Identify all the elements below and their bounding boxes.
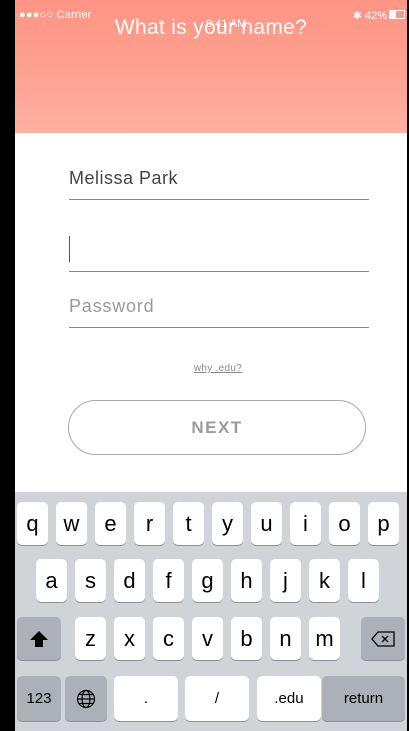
key-r[interactable]: r [134, 502, 165, 545]
key-n[interactable]: n [270, 617, 301, 660]
shift-key[interactable] [17, 617, 61, 660]
key-l[interactable]: l [348, 559, 379, 602]
key-h[interactable]: h [231, 559, 262, 602]
keyboard: q w e r t y u i o p a s d f g h j k l z … [15, 492, 407, 731]
globe-icon [76, 689, 96, 708]
key-v[interactable]: v [192, 617, 223, 660]
key-c[interactable]: c [153, 617, 184, 660]
backspace-key[interactable] [361, 617, 405, 660]
globe-key[interactable] [65, 676, 107, 721]
next-button[interactable]: NEXT [68, 400, 366, 455]
shift-icon [30, 630, 48, 647]
key-u[interactable]: u [251, 502, 282, 545]
key-e[interactable]: e [95, 502, 126, 545]
dot-key[interactable]: . [114, 676, 178, 721]
signup-screen: ●●●○○ Carrier 9:41 AM ✱ 42% What is your… [15, 0, 407, 731]
header: ●●●○○ Carrier 9:41 AM ✱ 42% What is your… [15, 0, 407, 133]
slash-key[interactable]: / [185, 676, 249, 721]
key-o[interactable]: o [329, 502, 360, 545]
numbers-key[interactable]: 123 [17, 676, 61, 721]
key-q[interactable]: q [17, 502, 48, 545]
key-z[interactable]: z [75, 617, 106, 660]
key-x[interactable]: x [114, 617, 145, 660]
name-field[interactable]: Melissa Park [69, 168, 369, 200]
key-p[interactable]: p [368, 502, 399, 545]
backspace-icon [371, 630, 395, 647]
key-k[interactable]: k [309, 559, 340, 602]
key-g[interactable]: g [192, 559, 223, 602]
key-a[interactable]: a [36, 559, 67, 602]
email-field[interactable] [69, 236, 369, 272]
password-placeholder: Password [69, 296, 155, 316]
return-key[interactable]: return [322, 676, 405, 721]
key-b[interactable]: b [231, 617, 262, 660]
key-f[interactable]: f [153, 559, 184, 602]
page-title: What is your name? [114, 16, 308, 39]
edu-key[interactable]: .edu [257, 676, 321, 721]
password-field[interactable]: Password [69, 296, 369, 328]
key-y[interactable]: y [212, 502, 243, 545]
key-j[interactable]: j [270, 559, 301, 602]
key-m[interactable]: m [309, 617, 340, 660]
key-i[interactable]: i [290, 502, 321, 545]
key-s[interactable]: s [75, 559, 106, 602]
text-cursor [69, 236, 70, 262]
key-d[interactable]: d [114, 559, 145, 602]
key-t[interactable]: t [173, 502, 204, 545]
why-edu-link[interactable]: why .edu? [15, 363, 407, 374]
name-value: Melissa Park [69, 168, 179, 188]
key-w[interactable]: w [56, 502, 87, 545]
